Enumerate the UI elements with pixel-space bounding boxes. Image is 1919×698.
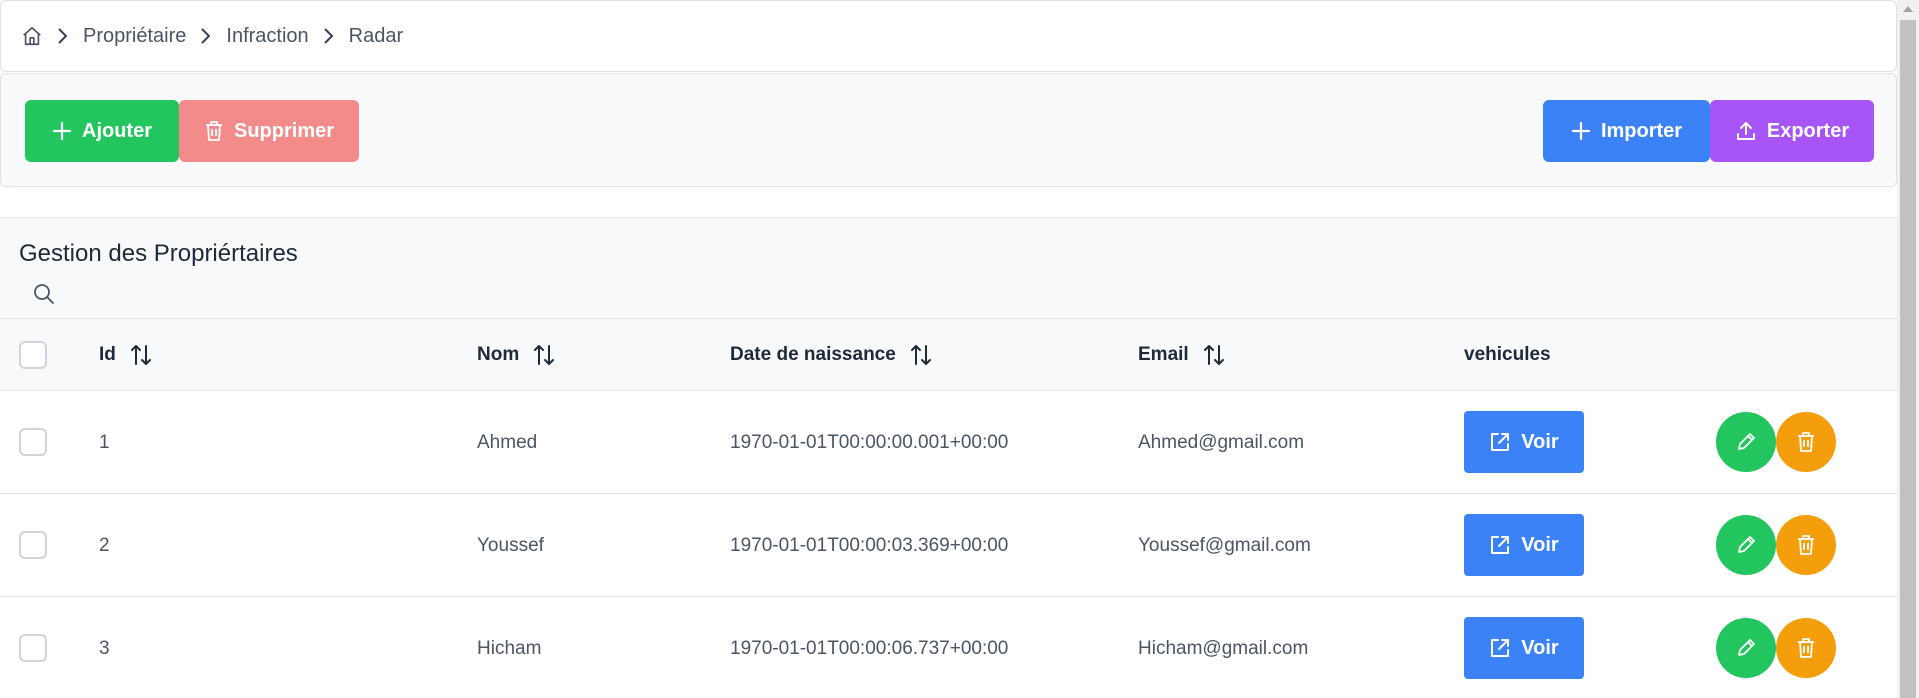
sort-icon[interactable] [130,343,152,367]
home-icon[interactable] [21,25,43,47]
view-button-label: Voir [1521,636,1559,659]
column-header-id[interactable]: Id [99,319,152,391]
search-icon[interactable] [32,282,56,311]
column-header-date[interactable]: Date de naissance [730,319,932,391]
column-header-id-label: Id [99,344,116,365]
edit-button[interactable] [1716,618,1776,678]
delete-row-button[interactable] [1776,618,1836,678]
table-header-bar: Gestion des Propriértaires [0,218,1897,319]
breadcrumb-item-radar[interactable]: Radar [349,25,403,48]
breadcrumb-item-infraction[interactable]: Infraction [226,25,308,48]
cell-date: 1970-01-01T00:00:03.369+00:00 [730,534,1009,556]
trash-icon [1798,638,1814,658]
cell-date: 1970-01-01T00:00:00.001+00:00 [730,431,1009,453]
column-header-nom-label: Nom [477,344,520,365]
chevron-right-icon [55,27,69,45]
owners-table-panel: Gestion des Propriértaires Id Nom Date d… [0,217,1897,698]
column-header-vehicules-label: vehicules [1464,344,1551,365]
view-button-label: Voir [1521,430,1559,453]
cell-nom: Youssef [477,534,544,556]
view-vehicles-button[interactable]: Voir [1464,411,1584,473]
pencil-icon [1738,433,1755,450]
external-link-icon [1491,536,1510,554]
cell-nom: Hicham [477,637,542,659]
row-checkbox[interactable] [19,531,47,559]
trash-icon [1798,535,1814,555]
column-header-email[interactable]: Email [1138,319,1225,391]
sort-icon[interactable] [910,343,932,367]
cell-email: Hicham@gmail.com [1138,637,1309,659]
page: Propriétaire Infraction Radar Ajouter Su… [0,0,1919,698]
trash-icon [1798,432,1814,452]
column-header-nom[interactable]: Nom [477,319,555,391]
table-row: 3 Hicham 1970-01-01T00:00:06.737+00:00 H… [0,597,1897,698]
cell-email: Youssef@gmail.com [1138,534,1311,556]
toolbar: Ajouter Supprimer Importer Exporter [0,73,1897,187]
breadcrumb-item-proprietaire[interactable]: Propriétaire [83,25,186,48]
scroll-up-arrow-icon[interactable] [1897,0,1919,18]
delete-button-label: Supprimer [233,119,335,142]
sort-icon[interactable] [1203,343,1225,367]
sort-icon[interactable] [533,343,555,367]
cell-email: Ahmed@gmail.com [1138,431,1305,453]
select-all-checkbox[interactable] [19,341,47,369]
column-header-vehicules: vehicules [1464,319,1551,391]
plus-icon [52,121,72,141]
view-vehicles-button[interactable]: Voir [1464,514,1584,576]
external-link-icon [1491,433,1510,451]
export-button[interactable]: Exporter [1710,100,1874,162]
row-checkbox[interactable] [19,428,47,456]
cell-date: 1970-01-01T00:00:06.737+00:00 [730,637,1009,659]
plus-icon [1571,121,1591,141]
view-button-label: Voir [1521,533,1559,556]
row-checkbox[interactable] [19,634,47,662]
cell-id: 3 [99,637,110,659]
cell-id: 2 [99,534,110,556]
cell-nom: Ahmed [477,431,538,453]
import-button[interactable]: Importer [1543,100,1710,162]
pencil-icon [1738,639,1755,656]
chevron-right-icon [198,27,212,45]
upload-icon [1736,122,1755,140]
breadcrumb: Propriétaire Infraction Radar [0,0,1897,72]
column-header-date-label: Date de naissance [730,344,896,365]
add-button-label: Ajouter [82,119,152,142]
export-button-label: Exporter [1766,119,1850,142]
add-button[interactable]: Ajouter [25,100,179,162]
external-link-icon [1491,639,1510,657]
cell-id: 1 [99,431,110,453]
trash-icon [205,121,222,141]
edit-button[interactable] [1716,412,1776,472]
edit-button[interactable] [1716,515,1776,575]
import-button-label: Importer [1600,119,1683,142]
pencil-icon [1738,536,1755,553]
chevron-right-icon [321,27,335,45]
delete-row-button[interactable] [1776,515,1836,575]
scrollbar-thumb[interactable] [1900,20,1916,698]
delete-row-button[interactable] [1776,412,1836,472]
column-header-email-label: Email [1138,344,1189,365]
table-row: 2 Youssef 1970-01-01T00:00:03.369+00:00 … [0,494,1897,597]
page-title: Gestion des Propriértaires [19,240,298,267]
delete-button[interactable]: Supprimer [179,100,359,162]
vertical-scrollbar[interactable] [1897,0,1919,698]
table-row: 1 Ahmed 1970-01-01T00:00:00.001+00:00 Ah… [0,391,1897,494]
view-vehicles-button[interactable]: Voir [1464,617,1584,679]
table-head: Id Nom Date de naissance Email vehicules [0,319,1897,391]
